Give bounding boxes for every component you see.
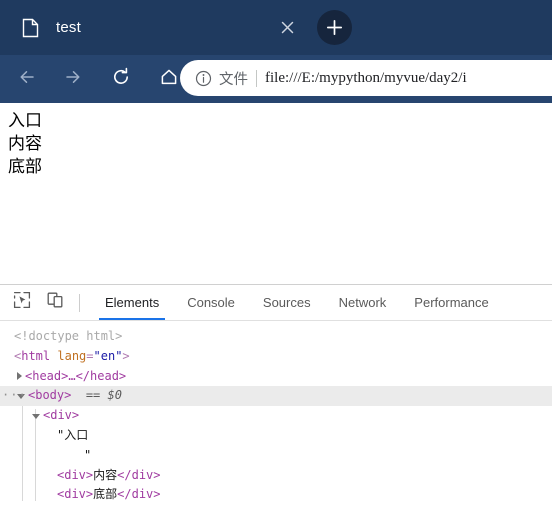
tab-sources[interactable]: Sources (249, 285, 325, 320)
toolbar-divider (79, 293, 80, 312)
div-footer-open-tag: <div> (57, 487, 94, 502)
inspect-element-button[interactable] (8, 289, 36, 317)
dom-row-div-content[interactable]: <div> 内容 </div> (0, 466, 552, 486)
forward-button[interactable] (56, 62, 90, 96)
address-bar[interactable]: 文件 file:///E:/mypython/myvue/day2/i (180, 60, 552, 96)
div-content-text: 内容 (93, 467, 118, 482)
div-footer-close-tag: </div> (117, 487, 161, 502)
devtools-panel: Elements Console Sources Network Perform… (0, 285, 552, 506)
html-close-bracket: > (122, 348, 130, 363)
dom-row-body[interactable]: ··· <body> == $0 (0, 386, 552, 407)
devtools-tabs: Elements Console Sources Network Perform… (91, 285, 503, 320)
browser-toolbar: 文件 file:///E:/mypython/myvue/day2/i (0, 55, 552, 103)
text-node-close: " (84, 447, 92, 462)
tab-performance-label: Performance (414, 295, 489, 310)
chevron-down-icon[interactable] (32, 413, 40, 419)
html-attr-eq: = (86, 348, 94, 363)
chevron-right-icon[interactable] (17, 372, 22, 381)
url-text[interactable]: file:///E:/mypython/myvue/day2/i (265, 70, 467, 87)
plus-icon (326, 19, 343, 36)
html-lang-attr: lang (57, 348, 87, 363)
inspect-element-icon (13, 291, 31, 314)
tab-sources-label: Sources (262, 295, 311, 310)
home-icon (159, 67, 179, 92)
div-content-close-tag: </div> (117, 467, 161, 482)
tab-elements-label: Elements (105, 295, 160, 310)
dom-row-div-footer[interactable]: <div> 底部 </div> (0, 485, 552, 505)
arrow-right-icon (63, 67, 83, 92)
div-root-tag-text: <div> (43, 408, 80, 423)
tab-console-label: Console (187, 295, 235, 310)
head-collapsed-text: <head>…</head> (25, 368, 127, 383)
dom-row-div-root[interactable]: <div> (0, 406, 552, 426)
div-content-open-tag: <div> (57, 467, 94, 482)
tab-title: test (56, 19, 81, 36)
html-tag-name: html (21, 348, 51, 363)
dom-tree[interactable]: <!doctype html> < html lang = "en" > <head>…… (0, 321, 552, 506)
browser-tab-test[interactable]: test (0, 0, 300, 55)
arrow-left-icon (17, 67, 37, 92)
tab-network[interactable]: Network (325, 285, 401, 320)
tab-console[interactable]: Console (173, 285, 249, 320)
devtools-toolbar: Elements Console Sources Network Perform… (0, 285, 552, 321)
page-viewport: 入口 内容 底部 (0, 103, 552, 285)
div-footer-text: 底部 (93, 487, 118, 502)
reload-icon (111, 67, 131, 92)
page-text-footer: 底部 (8, 156, 42, 177)
dom-row-text-node-close[interactable]: " (0, 446, 552, 466)
text-node-open: "入口 (57, 427, 89, 442)
doctype-text: <!doctype html> (14, 329, 123, 343)
page-text-entry: 入口 (8, 111, 42, 131)
device-toolbar-button[interactable] (41, 289, 69, 317)
browser-window: test 文件 file:///E:/mypython/myvue/day2/i… (0, 0, 552, 506)
dom-row-head[interactable]: <head>…</head> (0, 367, 552, 387)
url-scheme-label: 文件 (219, 71, 248, 88)
info-circle-icon[interactable] (194, 69, 212, 87)
body-tag-text: <body> (28, 388, 72, 403)
close-icon[interactable] (275, 15, 299, 39)
omnibox-separator (256, 69, 257, 87)
new-tab-button[interactable] (317, 10, 352, 45)
node-overflow-badge[interactable]: ··· (2, 386, 27, 406)
dom-row-html[interactable]: < html lang = "en" > (0, 347, 552, 367)
back-button[interactable] (10, 62, 44, 96)
page-icon (22, 18, 39, 38)
body-selected-marker: == $0 (85, 388, 122, 403)
tab-network-label: Network (338, 295, 387, 310)
page-text-content: 内容 (8, 133, 42, 154)
tab-elements[interactable]: Elements (91, 285, 173, 320)
html-open-bracket: < (14, 348, 22, 363)
html-lang-value: "en" (93, 348, 123, 363)
device-toolbar-icon (46, 291, 64, 314)
tab-strip: test (0, 0, 552, 55)
reload-button[interactable] (104, 62, 138, 96)
dom-row-doctype[interactable]: <!doctype html> (0, 327, 552, 347)
tab-performance[interactable]: Performance (400, 285, 502, 320)
dom-row-text-node[interactable]: "入口 (0, 426, 552, 446)
